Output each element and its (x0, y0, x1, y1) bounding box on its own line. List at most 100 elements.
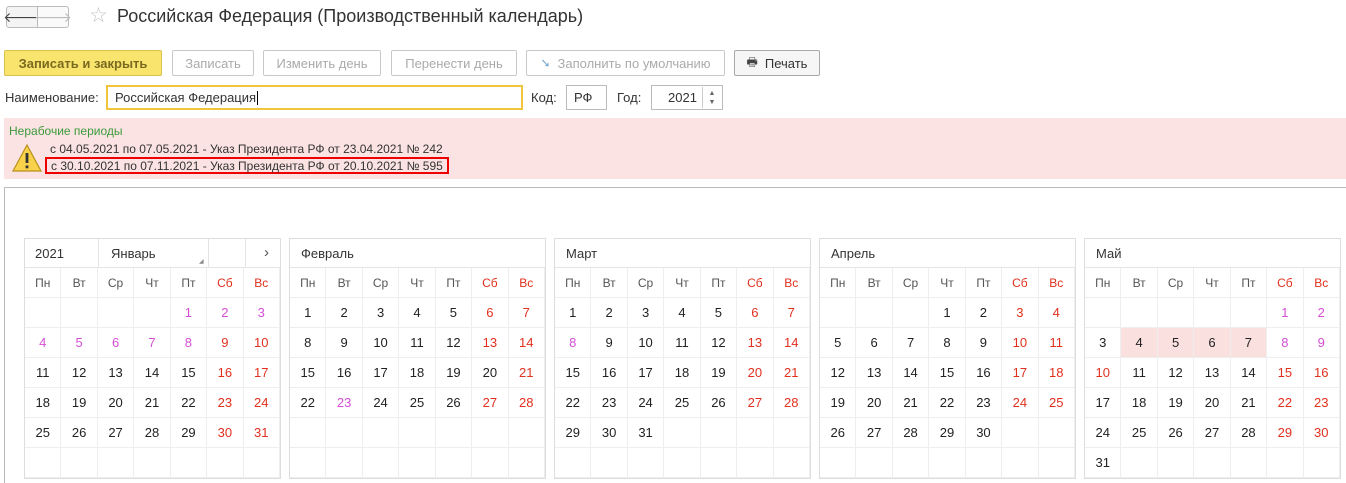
favorite-star-icon[interactable]: ☆ (89, 3, 108, 29)
day-cell[interactable]: 17 (1002, 358, 1039, 388)
day-cell[interactable]: 16 (1303, 358, 1340, 388)
day-cell[interactable]: 14 (892, 358, 930, 388)
day-cell[interactable]: 13 (97, 358, 135, 388)
move-day-button[interactable]: Перенести день (391, 50, 517, 76)
day-cell[interactable]: 9 (1303, 328, 1340, 358)
day-cell[interactable]: 5 (820, 328, 857, 358)
day-cell[interactable]: 12 (435, 328, 473, 358)
day-cell[interactable]: 7 (892, 328, 930, 358)
day-cell[interactable]: 10 (243, 328, 280, 358)
day-cell[interactable]: 12 (700, 328, 738, 358)
day-cell[interactable]: 10 (1002, 328, 1039, 358)
day-cell[interactable]: 1 (929, 298, 966, 328)
back-button[interactable]: 🡐 (3, 6, 41, 28)
day-cell[interactable]: 23 (326, 388, 363, 418)
day-cell[interactable]: 24 (243, 388, 280, 418)
day-cell[interactable]: 25 (25, 418, 62, 448)
period-line-1[interactable]: с 04.05.2021 по 07.05.2021 - Указ Презид… (50, 142, 443, 156)
day-cell[interactable]: 15 (555, 358, 592, 388)
day-cell[interactable]: 28 (892, 418, 930, 448)
day-cell[interactable]: 27 (737, 388, 774, 418)
day-cell[interactable]: 10 (627, 328, 665, 358)
day-cell[interactable]: 7 (773, 298, 810, 328)
day-cell[interactable]: 26 (435, 388, 473, 418)
day-cell[interactable]: 18 (399, 358, 436, 388)
day-cell[interactable]: 13 (1194, 358, 1231, 388)
day-cell[interactable]: 22 (929, 388, 966, 418)
day-cell[interactable]: 30 (207, 418, 244, 448)
day-cell[interactable]: 15 (170, 358, 208, 388)
day-cell[interactable]: 29 (170, 418, 208, 448)
day-cell[interactable]: 18 (1038, 358, 1075, 388)
day-cell[interactable]: 24 (1085, 418, 1122, 448)
forward-button[interactable]: 🡒 (34, 6, 72, 28)
day-cell[interactable]: 23 (1303, 388, 1340, 418)
day-cell[interactable]: 22 (555, 388, 592, 418)
day-cell[interactable]: 15 (1267, 358, 1304, 388)
day-cell[interactable]: 10 (362, 328, 400, 358)
day-cell[interactable]: 23 (207, 388, 244, 418)
day-cell[interactable]: 11 (1121, 358, 1158, 388)
day-cell[interactable]: 18 (1121, 388, 1158, 418)
day-cell[interactable]: 7 (508, 298, 545, 328)
day-cell[interactable]: 20 (1194, 388, 1231, 418)
day-cell[interactable]: 3 (627, 298, 665, 328)
day-cell[interactable]: 23 (965, 388, 1003, 418)
day-cell[interactable]: 21 (892, 388, 930, 418)
day-cell[interactable]: 6 (856, 328, 893, 358)
day-cell[interactable]: 4 (25, 328, 62, 358)
day-cell[interactable]: 3 (1085, 328, 1122, 358)
day-cell[interactable]: 5 (700, 298, 738, 328)
day-cell[interactable]: 16 (965, 358, 1003, 388)
day-cell[interactable]: 31 (627, 418, 665, 448)
day-cell[interactable]: 22 (290, 388, 327, 418)
day-cell[interactable]: 26 (700, 388, 738, 418)
day-cell[interactable]: 6 (472, 298, 509, 328)
day-cell[interactable]: 31 (243, 418, 280, 448)
year-stepper[interactable]: ▲ ▼ (702, 87, 721, 108)
day-cell[interactable]: 8 (1267, 328, 1304, 358)
day-cell[interactable]: 19 (61, 388, 98, 418)
day-cell[interactable]: 12 (61, 358, 98, 388)
print-button[interactable]: 🖶 Печать (734, 50, 820, 76)
day-cell[interactable]: 19 (700, 358, 738, 388)
day-cell[interactable]: 24 (627, 388, 665, 418)
day-cell[interactable]: 4 (664, 298, 701, 328)
day-cell[interactable]: 8 (929, 328, 966, 358)
day-cell[interactable]: 20 (856, 388, 893, 418)
day-cell[interactable]: 5 (435, 298, 473, 328)
day-cell[interactable]: 30 (965, 418, 1003, 448)
day-cell[interactable]: 16 (207, 358, 244, 388)
period-line-2[interactable]: с 30.10.2021 по 07.11.2021 - Указ Презид… (45, 157, 449, 174)
day-cell[interactable]: 18 (664, 358, 701, 388)
day-cell[interactable]: 27 (856, 418, 893, 448)
day-cell[interactable]: 29 (929, 418, 966, 448)
day-cell[interactable]: 23 (591, 388, 628, 418)
day-cell[interactable]: 11 (1038, 328, 1075, 358)
fill-default-button[interactable]: ➘ Заполнить по умолчанию (526, 50, 725, 76)
day-cell[interactable]: 2 (326, 298, 363, 328)
day-cell[interactable]: 4 (399, 298, 436, 328)
day-cell[interactable]: 8 (555, 328, 592, 358)
day-cell[interactable]: 2 (591, 298, 628, 328)
day-cell[interactable]: 14 (1230, 358, 1268, 388)
day-cell[interactable]: 12 (1157, 358, 1195, 388)
day-cell[interactable]: 9 (965, 328, 1003, 358)
code-input[interactable]: РФ (566, 85, 607, 110)
day-cell[interactable]: 12 (820, 358, 857, 388)
day-cell[interactable]: 11 (25, 358, 62, 388)
day-cell[interactable]: 20 (737, 358, 774, 388)
day-cell[interactable]: 26 (820, 418, 857, 448)
day-cell[interactable]: 8 (290, 328, 327, 358)
day-cell[interactable]: 25 (399, 388, 436, 418)
day-cell[interactable]: 21 (1230, 388, 1268, 418)
day-cell[interactable]: 27 (472, 388, 509, 418)
day-cell[interactable]: 13 (737, 328, 774, 358)
day-cell[interactable]: 5 (61, 328, 98, 358)
month-selector[interactable]: Январь (111, 246, 156, 261)
day-cell[interactable]: 16 (591, 358, 628, 388)
day-cell[interactable]: 27 (1194, 418, 1231, 448)
day-cell[interactable]: 2 (965, 298, 1003, 328)
day-cell[interactable]: 6 (1194, 328, 1231, 358)
day-cell[interactable]: 27 (97, 418, 135, 448)
